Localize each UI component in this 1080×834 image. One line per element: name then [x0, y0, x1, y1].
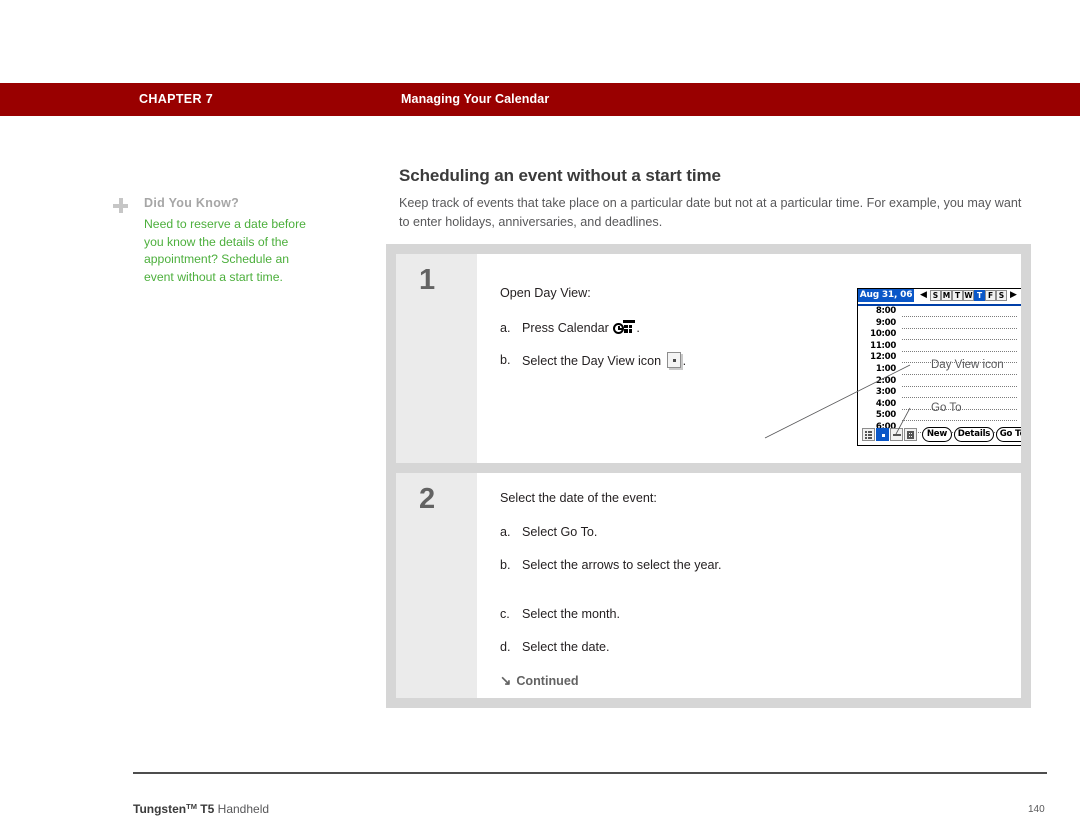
week-view-icon[interactable] [890, 428, 903, 441]
day-view-date-label[interactable]: Aug 31, 06 [858, 289, 914, 302]
continued-label: ↘ Continued [500, 673, 579, 689]
time-row: 2:00 [858, 376, 1021, 388]
time-label: 3:00 [875, 387, 896, 398]
details-button[interactable]: Details [954, 427, 994, 442]
step-2-number: 2 [419, 483, 436, 515]
day-view-toolbar: New Details Go To [858, 427, 1021, 443]
step-2-substep-b-text: Select the arrows to select the year. [522, 558, 722, 572]
footer-product-brand: Tungsten [133, 802, 187, 816]
steps-panel: 1 Open Day View: a. Press Calendar . b. … [386, 244, 1031, 708]
step-2-substep-d-marker: d. [500, 640, 511, 654]
month-view-icon[interactable] [904, 428, 917, 441]
step-1-substep-b-text: Select the Day View icon [522, 354, 662, 368]
step-1-substep-a: a. Press Calendar . [500, 320, 772, 337]
step-1-substep-a-text: Press Calendar [522, 321, 609, 335]
step-2-substep-b-marker: b. [500, 558, 511, 572]
step-1-number-column: 1 [396, 254, 477, 463]
day-view-next-arrow[interactable]: ▶ [1008, 290, 1019, 301]
day-letter-t2-selected[interactable]: T [974, 290, 985, 301]
time-label: 9:00 [875, 317, 896, 328]
intro-paragraph: Keep track of events that take place on … [399, 196, 1022, 229]
callout-day-view-icon-label: Day View icon [931, 359, 1004, 371]
day-view-prev-arrow[interactable]: ◀ [918, 290, 929, 301]
time-label: 12:00 [870, 352, 896, 363]
footer-product-suffix: Handheld [217, 802, 270, 816]
step-2-substep-d: d. Select the date. [500, 639, 742, 656]
footer-product: TungstenTM T5 Handheld [133, 802, 269, 816]
callout-go-to-label: Go To [931, 402, 962, 414]
day-letter-s1[interactable]: S [930, 290, 941, 301]
step-1-lead: Open Day View: [500, 286, 591, 300]
step-divider [396, 463, 1021, 473]
day-letter-f[interactable]: F [985, 290, 996, 301]
step-2-substep-a: a. Select Go To. [500, 524, 742, 541]
time-label: 5:00 [875, 410, 896, 421]
step-1-substep-b: b. Select the Day View icon . [500, 352, 772, 370]
time-row: 10:00 [858, 329, 1021, 341]
time-label: 8:00 [875, 306, 896, 316]
tip-title: Did You Know? [144, 196, 240, 210]
time-row: 3:00 [858, 387, 1021, 399]
new-button[interactable]: New [922, 427, 952, 442]
time-label: 11:00 [870, 340, 896, 351]
time-row: 8:00 [858, 306, 1021, 318]
agenda-view-icon[interactable] [862, 428, 875, 441]
step-2-body: Select the date of the event: a. Select … [500, 473, 1020, 698]
day-letter-s2[interactable]: S [996, 290, 1007, 301]
calendar-app-icon [613, 320, 636, 335]
step-1: 1 Open Day View: a. Press Calendar . b. … [396, 254, 1021, 463]
section-title: Managing Your Calendar [401, 92, 550, 106]
day-view-icon[interactable] [876, 428, 889, 441]
plus-icon [113, 198, 128, 213]
step-2-substep-c-text: Select the month. [522, 607, 621, 621]
step-2-substep-a-text: Select Go To. [522, 525, 598, 539]
day-letter-t1[interactable]: T [952, 290, 963, 301]
continued-text: Continued [516, 674, 579, 688]
step-1-substep-a-marker: a. [500, 321, 511, 335]
chapter-label: CHAPTER 7 [139, 92, 213, 106]
step-2-lead: Select the date of the event: [500, 491, 657, 505]
time-label: 10:00 [870, 329, 896, 340]
continued-arrow-icon: ↘ [500, 673, 512, 688]
step-1-substep-a-period: . [636, 321, 640, 335]
day-view-icon [666, 352, 681, 368]
tip-body: Need to reserve a date before you know t… [144, 217, 306, 284]
footer-product-model: T5 [200, 802, 215, 816]
running-header-bar: CHAPTER 7 Managing Your Calendar [0, 83, 1080, 116]
step-1-substep-b-period: . [682, 354, 687, 368]
day-view-titlebar: Aug 31, 06 ◀ S M T W T F S ▶ [858, 289, 1021, 306]
step-2-substep-a-marker: a. [500, 525, 511, 539]
step-2-substep-b: b. Select the arrows to select the year. [500, 557, 742, 574]
time-row: 11:00 [858, 341, 1021, 353]
step-2: 2 Select the date of the event: a. Selec… [396, 473, 1021, 698]
page-number: 140 [1028, 804, 1045, 815]
time-row: 9:00 [858, 318, 1021, 330]
step-1-substep-b-marker: b. [500, 353, 511, 367]
step-2-number-column: 2 [396, 473, 477, 698]
time-label: 2:00 [875, 375, 896, 386]
time-label: 1:00 [875, 363, 896, 374]
day-letter-m[interactable]: M [941, 290, 952, 301]
step-2-substep-c-marker: c. [500, 607, 510, 621]
step-2-substep-c: c. Select the month. [500, 606, 742, 623]
go-to-button[interactable]: Go To [996, 427, 1021, 442]
trademark-icon: TM [186, 802, 197, 811]
day-letter-w[interactable]: W [963, 290, 974, 301]
step-2-substep-d-text: Select the date. [522, 640, 610, 654]
footer-divider [133, 772, 1047, 774]
page-title: Scheduling an event without a start time [399, 166, 721, 185]
time-label: 4:00 [875, 398, 896, 409]
step-1-number: 1 [419, 264, 436, 296]
